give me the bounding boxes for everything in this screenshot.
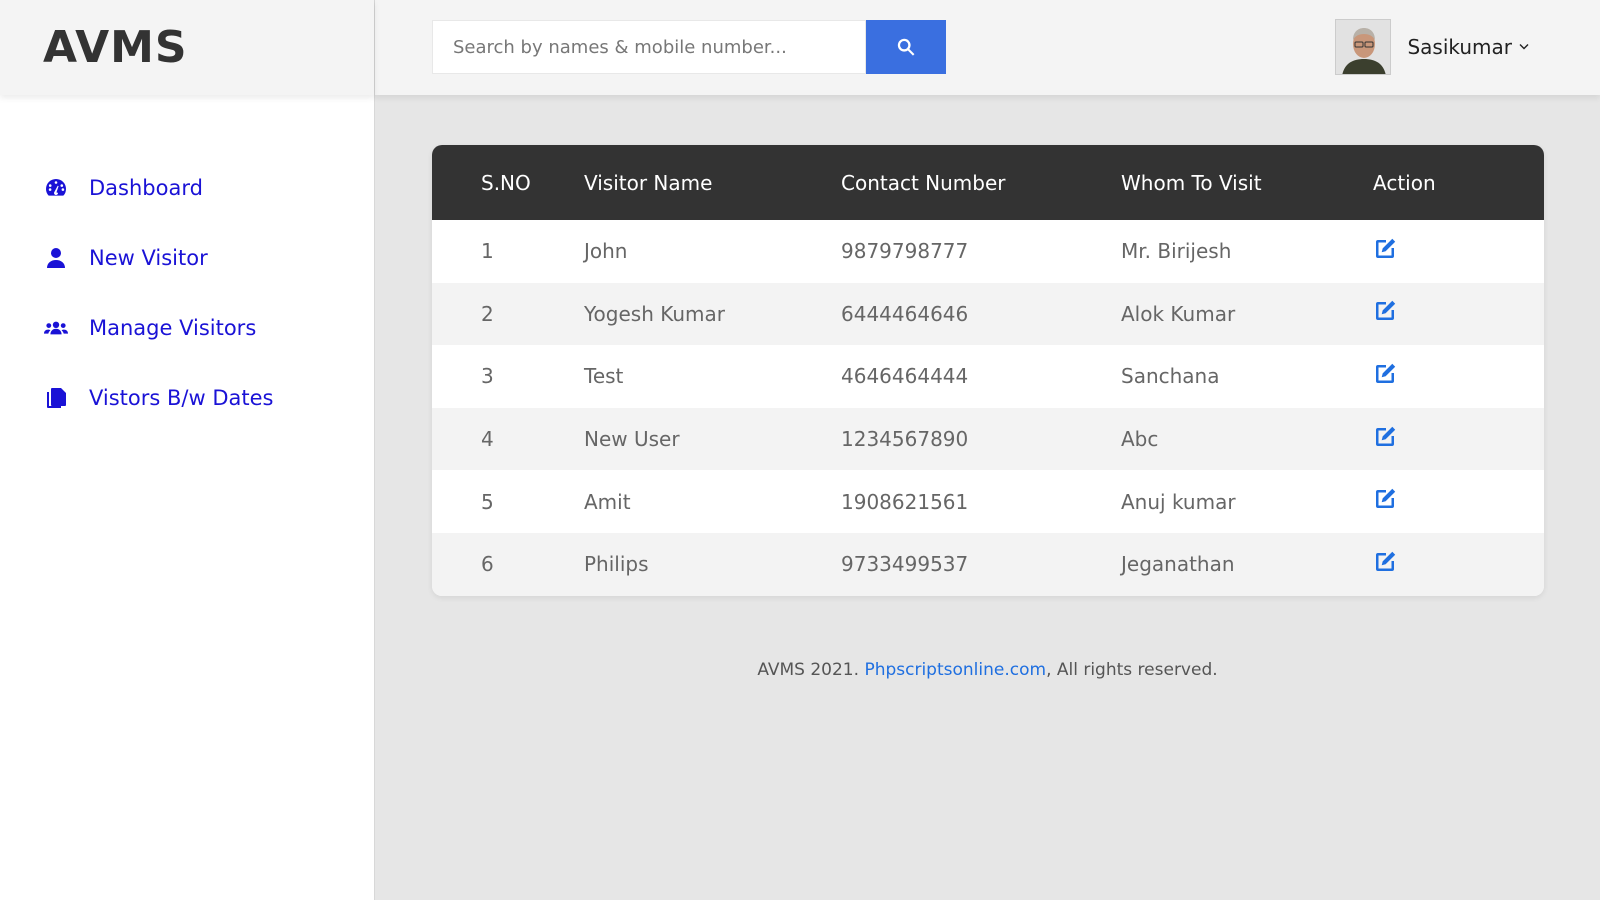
cell-whom-to-visit: Alok Kumar (1121, 301, 1236, 326)
user-icon (43, 245, 69, 271)
table-row: 1 John 9879798777 Mr. Birijesh (432, 220, 1544, 283)
cell-sno: 1 (481, 239, 494, 264)
table-body: 1 John 9879798777 Mr. Birijesh 2 Yogesh … (432, 220, 1544, 596)
cell-whom-to-visit: Sanchana (1121, 364, 1220, 389)
app-root: AVMS Dashboard New Visitor Manage Visito… (0, 0, 1600, 900)
cell-action (1373, 345, 1544, 408)
cell-whom-to-visit: Jeganathan (1121, 552, 1235, 577)
column-header-action: Action (1373, 170, 1436, 195)
cell-visitor-name: Yogesh Kumar (584, 301, 726, 326)
cell-sno: 3 (481, 364, 494, 389)
table-header-row: S.NO Visitor Name Contact Number Whom To… (432, 145, 1544, 220)
visitors-table: S.NO Visitor Name Contact Number Whom To… (432, 145, 1544, 596)
cell-contact-number: 9879798777 (841, 239, 969, 264)
table-row: 5 Amit 1908621561 Anuj kumar (432, 470, 1544, 533)
cell-whom-to-visit: Abc (1121, 427, 1159, 452)
cell-contact-number: 9733499537 (841, 552, 969, 577)
cell-visitor-name: John (584, 239, 628, 264)
search-bar (432, 20, 946, 74)
cell-contact-number: 1908621561 (841, 489, 969, 514)
table-row: 3 Test 4646464444 Sanchana (432, 345, 1544, 408)
table-row: 6 Philips 9733499537 Jeganathan (432, 532, 1544, 596)
cell-sno: 2 (481, 301, 494, 326)
sidebar-item-label: Dashboard (89, 176, 203, 200)
edit-icon[interactable] (1373, 362, 1397, 386)
table-header: S.NO Visitor Name Contact Number Whom To… (432, 145, 1544, 220)
search-input[interactable] (432, 20, 866, 74)
cell-action (1373, 408, 1544, 471)
cell-whom-to-visit: Anuj kumar (1121, 489, 1236, 514)
cell-sno: 6 (481, 552, 494, 577)
edit-icon[interactable] (1373, 299, 1397, 323)
column-header-contact-number: Contact Number (841, 170, 1006, 195)
sidebar-item-label: Vistors B/w Dates (89, 386, 274, 410)
chevron-down-icon (1518, 41, 1530, 53)
users-icon (43, 315, 69, 341)
user-menu[interactable]: Sasikumar (1335, 19, 1530, 75)
search-button[interactable] (866, 20, 946, 74)
cell-visitor-name: Amit (584, 489, 631, 514)
column-header-sno: S.NO (481, 170, 531, 195)
cell-action (1373, 533, 1544, 596)
cell-visitor-name: Test (584, 364, 624, 389)
brand-logo-text[interactable]: AVMS (43, 22, 188, 73)
edit-icon[interactable] (1373, 425, 1397, 449)
cell-sno: 5 (481, 489, 494, 514)
sidebar-item-manage-visitors[interactable]: Manage Visitors (0, 293, 374, 363)
footer: AVMS 2021. Phpscriptsonline.com, All rig… (375, 660, 1600, 680)
footer-copyright-suffix: , All rights reserved. (1046, 660, 1218, 680)
footer-link[interactable]: Phpscriptsonline.com (864, 660, 1046, 680)
sidebar-nav: Dashboard New Visitor Manage Visitors Vi… (0, 153, 374, 433)
column-header-visitor-name: Visitor Name (584, 170, 713, 195)
sidebar-item-dashboard[interactable]: Dashboard (0, 153, 374, 223)
search-icon (895, 36, 917, 58)
edit-icon[interactable] (1373, 487, 1397, 511)
sidebar-item-visitors-between-dates[interactable]: Vistors B/w Dates (0, 363, 374, 433)
brand-bar: AVMS (0, 0, 374, 95)
user-name: Sasikumar (1407, 35, 1512, 59)
footer-copyright-prefix: AVMS 2021. (757, 660, 865, 680)
cell-contact-number: 1234567890 (841, 427, 969, 452)
dashboard-gauge-icon (43, 175, 69, 201)
cell-whom-to-visit: Mr. Birijesh (1121, 239, 1232, 264)
cell-visitor-name: New User (584, 427, 680, 452)
cell-action (1373, 470, 1544, 533)
copy-icon (43, 385, 69, 411)
sidebar-item-label: New Visitor (89, 246, 208, 270)
edit-icon[interactable] (1373, 550, 1397, 574)
visitors-table-card: S.NO Visitor Name Contact Number Whom To… (432, 145, 1544, 596)
main-content: S.NO Visitor Name Contact Number Whom To… (432, 145, 1544, 596)
cell-contact-number: 4646464444 (841, 364, 969, 389)
edit-icon[interactable] (1373, 237, 1397, 261)
sidebar: AVMS Dashboard New Visitor Manage Visito… (0, 0, 375, 900)
cell-contact-number: 6444464646 (841, 301, 969, 326)
sidebar-item-new-visitor[interactable]: New Visitor (0, 223, 374, 293)
cell-action (1373, 220, 1544, 283)
cell-sno: 4 (481, 427, 494, 452)
column-header-whom-to-visit: Whom To Visit (1121, 170, 1262, 195)
table-row: 2 Yogesh Kumar 6444464646 Alok Kumar (432, 282, 1544, 346)
sidebar-item-label: Manage Visitors (89, 316, 257, 340)
top-header: Sasikumar (375, 0, 1600, 95)
table-row: 4 New User 1234567890 Abc (432, 407, 1544, 471)
avatar (1335, 19, 1392, 75)
cell-action (1373, 283, 1544, 346)
cell-visitor-name: Philips (584, 552, 649, 577)
